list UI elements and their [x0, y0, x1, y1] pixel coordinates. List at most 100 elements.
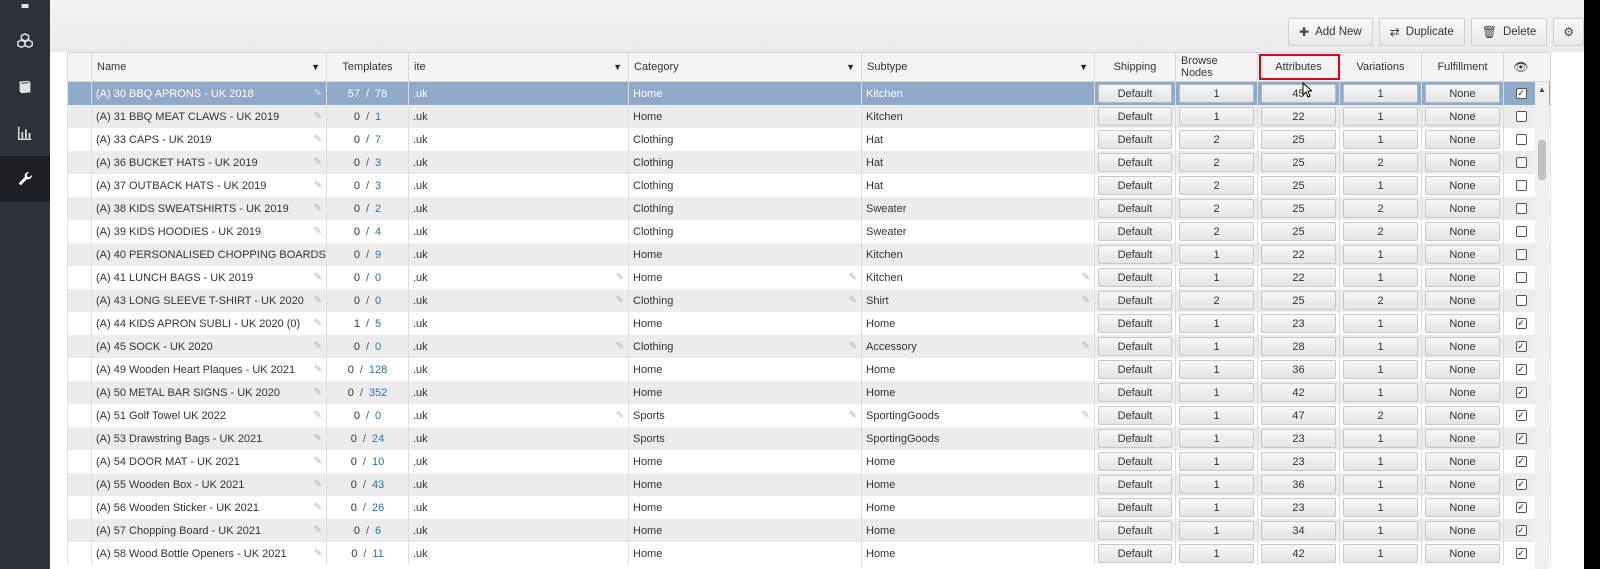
shipping-button[interactable]: Default [1098, 153, 1172, 172]
site-cell[interactable]: .uk [409, 82, 629, 105]
visibility-checkbox[interactable]: ✓ [1515, 410, 1527, 421]
shipping-button[interactable]: Default [1098, 107, 1172, 126]
row-selector[interactable] [68, 496, 92, 519]
browse-nodes-button[interactable]: 1 [1179, 406, 1254, 425]
fulfillment-button[interactable]: None [1425, 406, 1500, 425]
templates-cell[interactable]: 0 / 0 [327, 335, 409, 358]
visibility-checkbox[interactable] [1515, 180, 1527, 191]
shipping-button[interactable]: Default [1098, 429, 1172, 448]
browse-nodes-button[interactable]: 1 [1179, 383, 1254, 402]
site-cell[interactable]: .uk [409, 450, 629, 473]
templates-total-link[interactable]: 7 [375, 134, 381, 146]
category-cell[interactable]: Sports [629, 427, 862, 450]
attributes-button[interactable]: 42 [1261, 544, 1336, 563]
category-cell[interactable]: Clothing [629, 151, 862, 174]
edit-icon[interactable]: ✎ [314, 134, 322, 145]
name-cell[interactable]: (A) 55 Wooden Box - UK 2021 ✎ [92, 473, 327, 496]
browse-nodes-button[interactable]: 1 [1179, 429, 1254, 448]
attributes-button[interactable]: 36 [1261, 360, 1336, 379]
row-selector[interactable] [68, 312, 92, 335]
subtype-cell[interactable]: Hat [862, 174, 1095, 197]
site-cell[interactable]: .uk [409, 381, 629, 404]
fulfillment-button[interactable]: None [1425, 521, 1500, 540]
edit-icon[interactable]: ✎ [314, 364, 322, 375]
row-selector[interactable] [68, 82, 92, 105]
attributes-button[interactable]: 22 [1261, 245, 1336, 264]
name-cell[interactable]: (A) 49 Wooden Heart Plaques - UK 2021 ✎ [92, 358, 327, 381]
browse-nodes-button[interactable]: 1 [1179, 452, 1254, 471]
name-cell[interactable]: (A) 51 Golf Towel UK 2022 ✎ [92, 404, 327, 427]
shipping-button[interactable]: Default [1098, 222, 1172, 241]
templates-total-link[interactable]: 0 [375, 410, 381, 422]
attributes-button[interactable]: 45 [1261, 84, 1336, 103]
table-row[interactable]: (A) 56 Wooden Sticker - UK 2021 ✎ 0 / 26 .u… [67, 496, 1551, 519]
attributes-button[interactable]: 25 [1261, 176, 1336, 195]
visibility-checkbox[interactable] [1515, 249, 1527, 260]
table-row[interactable]: (A) 43 LONG SLEEVE T-SHIRT - UK 2020 ✎ 0 /… [67, 289, 1551, 312]
templates-cell[interactable]: 0 / 6 [327, 519, 409, 542]
edit-icon[interactable]: ✎ [1082, 410, 1090, 421]
site-cell[interactable]: .uk [409, 427, 629, 450]
browse-nodes-button[interactable]: 2 [1179, 153, 1254, 172]
table-row[interactable]: (A) 45 SOCK - UK 2020 ✎ 0 / 0 .uk ✎ Clothing… [67, 335, 1551, 358]
subtype-cell[interactable]: Home [862, 473, 1095, 496]
shipping-button[interactable]: Default [1098, 130, 1172, 149]
templates-cell[interactable]: 1 / 5 [327, 312, 409, 335]
row-selector[interactable] [68, 335, 92, 358]
fulfillment-button[interactable]: None [1425, 176, 1500, 195]
header-site[interactable]: ite ▼ [409, 53, 629, 81]
category-cell[interactable]: Home [629, 473, 862, 496]
shipping-button[interactable]: Default [1098, 199, 1172, 218]
visibility-checkbox[interactable]: ✓ [1515, 456, 1527, 467]
fulfillment-button[interactable]: None [1425, 199, 1500, 218]
variations-button[interactable]: 2 [1343, 222, 1418, 241]
visibility-checkbox[interactable]: ✓ [1515, 433, 1527, 444]
category-cell[interactable]: Clothing [629, 220, 862, 243]
edit-icon[interactable]: ✎ [314, 410, 322, 421]
row-selector[interactable] [68, 427, 92, 450]
templates-total-link[interactable]: 1 [375, 111, 381, 123]
attributes-button[interactable]: 42 [1261, 383, 1336, 402]
variations-button[interactable]: 1 [1343, 475, 1418, 494]
edit-icon[interactable]: ✎ [314, 502, 322, 513]
attributes-button[interactable]: 23 [1261, 452, 1336, 471]
shipping-button[interactable]: Default [1098, 268, 1172, 287]
templates-total-link[interactable]: 3 [375, 157, 381, 169]
subtype-cell[interactable]: Kitchen [862, 82, 1095, 105]
browse-nodes-button[interactable]: 1 [1179, 475, 1254, 494]
templates-total-link[interactable]: 0 [375, 295, 381, 307]
row-selector[interactable] [68, 105, 92, 128]
row-selector[interactable] [68, 404, 92, 427]
row-selector[interactable] [68, 174, 92, 197]
name-cell[interactable]: (A) 31 BBQ MEAT CLAWS - UK 2019 ✎ [92, 105, 327, 128]
site-cell[interactable]: .uk ✎ [409, 335, 629, 358]
row-selector[interactable] [68, 128, 92, 151]
variations-button[interactable]: 1 [1343, 268, 1418, 287]
fulfillment-button[interactable]: None [1425, 153, 1500, 172]
site-cell[interactable]: .uk ✎ [409, 289, 629, 312]
browse-nodes-button[interactable]: 1 [1179, 314, 1254, 333]
table-row[interactable]: (A) 39 KIDS HOODIES - UK 2019 ✎ 0 / 4 .uk C… [67, 220, 1551, 243]
subtype-cell[interactable]: Home [862, 381, 1095, 404]
attributes-button[interactable]: 23 [1261, 429, 1336, 448]
category-cell[interactable]: Home [629, 496, 862, 519]
variations-button[interactable]: 1 [1343, 452, 1418, 471]
site-cell[interactable]: .uk [409, 174, 629, 197]
edit-icon[interactable]: ✎ [849, 295, 857, 306]
site-cell[interactable]: .uk [409, 243, 629, 266]
table-row[interactable]: (A) 44 KIDS APRON SUBLI - UK 2020 (0) ✎ 1… [67, 312, 1551, 335]
header-name[interactable]: Name ▼ [92, 53, 327, 81]
row-selector[interactable] [68, 151, 92, 174]
edit-icon[interactable]: ✎ [314, 295, 322, 306]
fulfillment-button[interactable]: None [1425, 337, 1500, 356]
header-visibility[interactable]: 👁 [1504, 53, 1538, 81]
subtype-cell[interactable]: SportingGoods ✎ [862, 404, 1095, 427]
name-cell[interactable]: (A) 41 LUNCH BAGS - UK 2019 ✎ [92, 266, 327, 289]
variations-button[interactable]: 1 [1343, 383, 1418, 402]
templates-cell[interactable]: 57 / 78 [327, 82, 409, 105]
browse-nodes-button[interactable]: 1 [1179, 360, 1254, 379]
row-selector[interactable] [68, 450, 92, 473]
name-cell[interactable]: (A) 38 KIDS SWEATSHIRTS - UK 2019 ✎ [92, 197, 327, 220]
variations-button[interactable]: 1 [1343, 429, 1418, 448]
fulfillment-button[interactable]: None [1425, 498, 1500, 517]
